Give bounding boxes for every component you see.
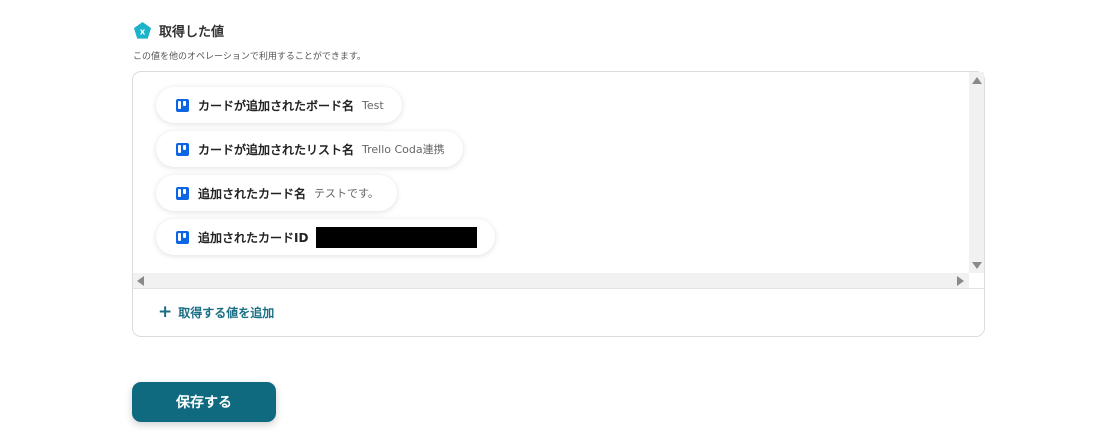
trello-icon [176,186,189,200]
section-header: x 取得した値 [133,21,224,40]
scroll-up-arrow-icon[interactable] [972,77,982,84]
vertical-scrollbar[interactable] [969,72,984,273]
chip-label: 追加されたカードID [198,230,309,245]
trello-icon [176,142,189,156]
variable-pentagon-icon: x [133,21,152,39]
scroll-left-arrow-icon[interactable] [137,276,144,286]
retrieved-values-panel: カードが追加されたボード名 Test カードが追加されたリスト名 Trello … [132,71,985,337]
plus-icon: + [158,302,173,322]
trello-icon [176,98,189,112]
add-value-label: 取得する値を追加 [178,306,275,320]
trello-icon [176,230,189,244]
chip-value: Trello Coda連携 [362,143,445,156]
value-chip-board-name[interactable]: カードが追加されたボード名 Test [156,87,402,123]
section-description: この値を他のオペレーションで利用することができます。 [133,52,366,62]
page: x 取得した値 この値を他のオペレーションで利用することができます。 カードが追… [0,0,1115,435]
value-chip-card-id[interactable]: 追加されたカードID [156,219,496,255]
chip-value: Test [362,98,384,112]
horizontal-scrollbar[interactable] [133,273,969,288]
values-scroll-area: カードが追加されたボード名 Test カードが追加されたリスト名 Trello … [133,72,984,289]
scroll-right-arrow-icon[interactable] [957,276,964,286]
add-value-button[interactable]: + 取得する値を追加 [158,304,274,321]
value-chip-card-name[interactable]: 追加されたカード名 テストです。 [156,175,397,211]
chip-value: テストです。 [314,187,379,200]
chip-label: カードが追加されたボード名 [198,98,355,113]
svg-text:x: x [140,27,146,37]
chip-label: カードが追加されたリスト名 [198,142,355,157]
scroll-down-arrow-icon[interactable] [972,262,982,269]
value-chip-list-name[interactable]: カードが追加されたリスト名 Trello Coda連携 [156,131,463,167]
section-title: 取得した値 [159,25,225,40]
save-button[interactable]: 保存する [132,382,276,422]
redacted-value [316,226,478,248]
chip-label: 追加されたカード名 [198,186,307,201]
